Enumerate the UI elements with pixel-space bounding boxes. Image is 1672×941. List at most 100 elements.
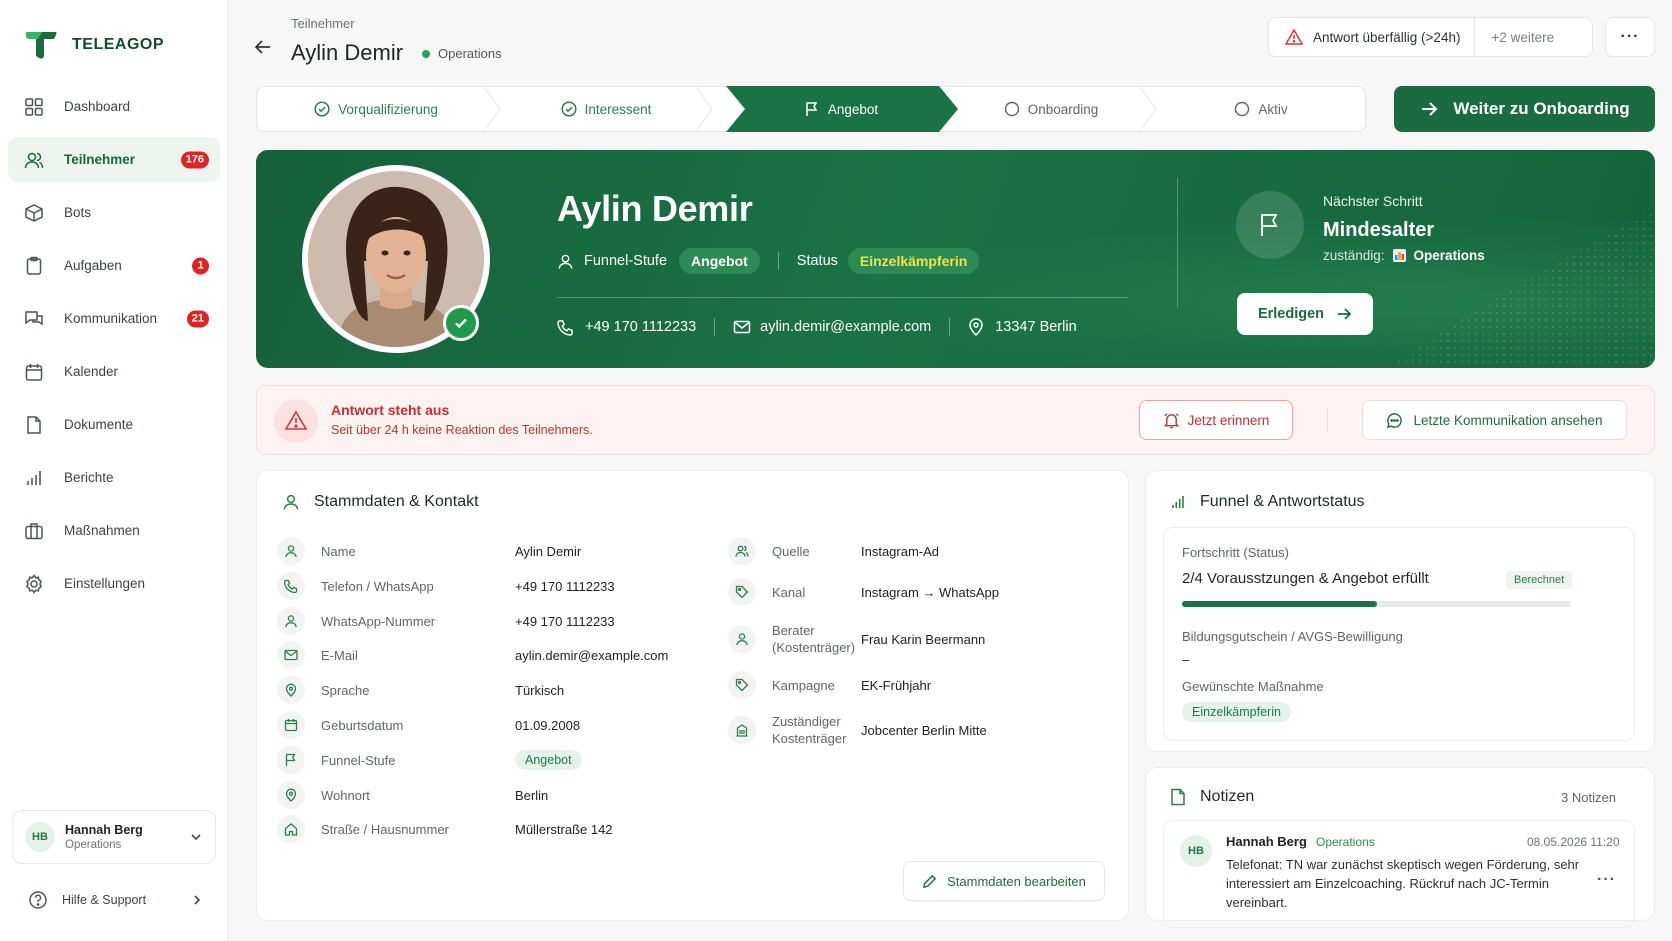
count-badge: 1: [192, 257, 209, 274]
hero-phone[interactable]: +49 170 1112233: [585, 319, 696, 335]
field-value[interactable]: aylin.demir@example.com: [515, 648, 668, 663]
flag-icon: [1261, 214, 1278, 236]
document-icon: [27, 415, 41, 434]
field-email: E-Mail aylin.demir@example.com: [277, 641, 668, 669]
breadcrumb[interactable]: Teilnehmer: [291, 16, 355, 31]
location-pin-icon: [277, 676, 305, 704]
field-label: Straße / Hausnummer: [321, 821, 449, 837]
user-menu[interactable]: HB Hannah Berg Operations: [12, 810, 216, 864]
remind-now-button[interactable]: Jetzt erinnern: [1139, 400, 1293, 440]
hero-email[interactable]: aylin.demir@example.com: [760, 319, 931, 335]
help-support-link[interactable]: Hilfe & Support: [28, 890, 204, 910]
sidebar-item-massnahmen[interactable]: Maßnahmen: [8, 508, 220, 553]
brand-logo[interactable]: TELEAGOP: [24, 30, 164, 60]
count-badge: 176: [180, 151, 209, 168]
sidebar-item-teilnehmer[interactable]: Teilnehmer 176: [8, 137, 220, 182]
hero-vertical-divider: [1177, 178, 1178, 308]
empty-circle-icon: [1004, 101, 1019, 117]
field-value: Jobcenter Berlin Mitte: [861, 722, 987, 738]
sidebar-item-label: Aufgaben: [64, 258, 122, 273]
home-icon: [277, 815, 305, 843]
note-more-button[interactable]: ···: [1597, 871, 1616, 889]
sidebar-nav: Dashboard Teilnehmer 176 Bots Aufgaben 1…: [8, 84, 220, 614]
field-street: Straße / Hausnummer Müllerstraße 142: [277, 815, 613, 843]
responsible-label: zuständig:: [1323, 248, 1385, 263]
sidebar-item-bots[interactable]: Bots: [8, 190, 220, 235]
field-whatsapp: WhatsApp-Nummer +49 170 1112233: [277, 607, 615, 635]
next-step-title: Mindesalter: [1323, 219, 1435, 241]
help-icon: [29, 891, 47, 909]
sidebar-item-kommunikation[interactable]: Kommunikation 21: [8, 296, 220, 341]
count-badge: 21: [186, 310, 209, 327]
field-label: Kanal: [772, 584, 806, 600]
flag-icon: [806, 102, 818, 116]
edit-label: Stammdaten bearbeiten: [947, 873, 1086, 889]
next-step-badge: [1236, 191, 1304, 259]
briefcase-icon: [25, 522, 43, 539]
alert-more[interactable]: +2 weitere: [1475, 30, 1570, 45]
divider: [1327, 408, 1328, 432]
sidebar-item-label: Bots: [64, 205, 92, 220]
avatar: HB: [1180, 835, 1212, 867]
sidebar-item-dokumente[interactable]: Dokumente: [8, 402, 220, 447]
sidebar-item-label: Maßnahmen: [64, 523, 140, 538]
alarm-bell-icon: [1163, 412, 1179, 428]
field-value: EK-Frühjahr: [861, 677, 932, 693]
check-icon: [455, 318, 467, 329]
sidebar-item-label: Berichte: [64, 470, 114, 485]
voucher-value: –: [1182, 652, 1190, 667]
field-value: 01.09.2008: [515, 717, 581, 733]
complete-step-button[interactable]: Erledigen: [1237, 293, 1373, 335]
phone-icon: [277, 572, 305, 600]
step-aktiv[interactable]: Aktiv: [1156, 86, 1366, 132]
sidebar-item-einstellungen[interactable]: Einstellungen: [8, 561, 220, 606]
team-status-dot: [422, 50, 430, 58]
progress-label: Fortschritt (Status): [1182, 545, 1289, 560]
edit-master-data-button[interactable]: Stammdaten bearbeiten: [903, 861, 1105, 901]
chat-icon: [25, 310, 43, 325]
back-arrow-icon[interactable]: [252, 36, 274, 58]
pencil-icon: [923, 874, 937, 888]
hero-status-row: Funnel-Stufe Angebot Status Einzelkämpfe…: [557, 248, 980, 274]
notes-count[interactable]: 3 Notizen: [1561, 790, 1616, 805]
field-value[interactable]: +49 170 1112233: [515, 579, 615, 594]
view-last-communication-button[interactable]: Letzte Kommunikation ansehen: [1362, 400, 1627, 440]
sidebar-item-dashboard[interactable]: Dashboard: [8, 84, 220, 129]
sidebar-item-kalender[interactable]: Kalender: [8, 349, 220, 394]
more-options-button[interactable]: ···: [1605, 17, 1655, 57]
sidebar-item-label: Einstellungen: [64, 576, 146, 591]
field-value: Müllerstraße 142: [515, 821, 613, 837]
field-phone: Telefon / WhatsApp +49 170 1112233: [277, 572, 615, 600]
voucher-label: Bildungsgutschein / AVGS-Bewilligung: [1182, 629, 1403, 644]
users-icon: [24, 152, 44, 168]
next-stage-button[interactable]: Weiter zu Onboarding: [1394, 86, 1655, 132]
sidebar-item-berichte[interactable]: Berichte: [8, 455, 220, 500]
status-label: Status: [796, 253, 838, 269]
empty-circle-icon: [1235, 101, 1250, 117]
progress-fill: [1182, 601, 1377, 607]
sidebar: TELEAGOP Dashboard Teilnehmer 176 Bots A…: [0, 0, 228, 941]
bar-chart-icon: [1172, 496, 1184, 508]
field-value[interactable]: +49 170 1112233: [515, 614, 615, 629]
field-label: Telefon / WhatsApp: [321, 578, 434, 594]
dashboard-icon: [25, 97, 43, 116]
warning-icon: [1285, 28, 1303, 45]
step-label: Aktiv: [1258, 101, 1288, 117]
step-interessent[interactable]: Interessent: [496, 86, 716, 132]
field-residence: Wohnort Berlin: [277, 781, 548, 809]
step-angebot[interactable]: Angebot: [736, 86, 946, 132]
field-label: Kampagne: [772, 677, 835, 693]
calendar-icon: [277, 711, 305, 739]
field-label: WhatsApp-Nummer: [321, 613, 436, 629]
field-label: Name: [321, 543, 356, 559]
field-source: Quelle Instagram-Ad: [728, 537, 939, 565]
avatar: HB: [25, 822, 55, 852]
sidebar-item-aufgaben[interactable]: Aufgaben 1: [8, 243, 220, 288]
calendar-icon: [25, 363, 43, 381]
team-icon: [1392, 249, 1406, 262]
user-icon: [728, 625, 756, 653]
step-vorqualifizierung[interactable]: Vorqualifizierung: [256, 86, 496, 132]
remind-label: Jetzt erinnern: [1187, 412, 1270, 428]
overdue-alert-chip[interactable]: Antwort überfällig (>24h) +2 weitere: [1268, 17, 1593, 57]
step-onboarding[interactable]: Onboarding: [946, 86, 1156, 132]
